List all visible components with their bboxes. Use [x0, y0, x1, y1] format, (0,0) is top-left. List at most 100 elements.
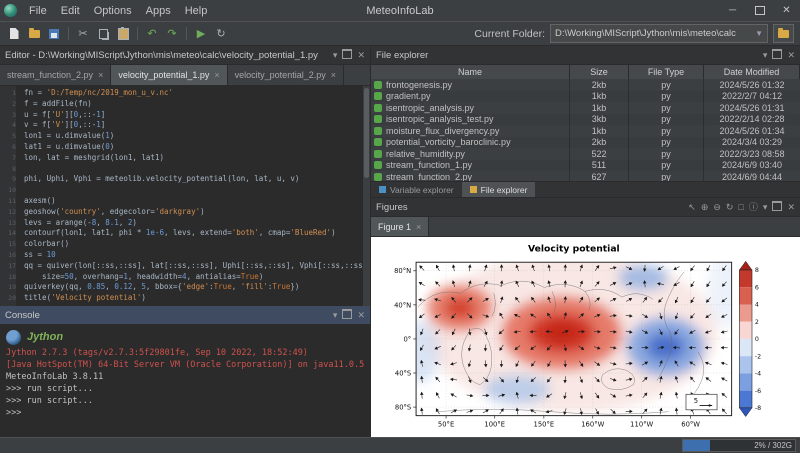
code-line: 17qq = quiver(lon[::ss,::ss], lat[::ss,:… [0, 261, 370, 272]
column-size[interactable]: Size [570, 65, 629, 79]
zoom-in-icon[interactable]: ⊕ [701, 203, 709, 212]
close-panel-icon[interactable]: ✕ [787, 203, 795, 212]
explorer-tabs: Variable explorer File explorer [371, 181, 800, 197]
py-file-icon [374, 104, 382, 112]
svg-text:-6: -6 [755, 388, 761, 395]
svg-text:2: 2 [755, 319, 759, 326]
open-folder-icon[interactable] [26, 26, 42, 42]
svg-text:-2: -2 [755, 353, 761, 360]
tab-velocity-potential-2[interactable]: velocity_potential_2.py × [228, 65, 344, 85]
table-row[interactable]: isentropic_analysis.py1kbpy2024/5/26 01:… [371, 102, 800, 114]
py-file-icon [374, 173, 382, 181]
table-row[interactable]: moisture_flux_divergency.py1kbpy2024/5/2… [371, 125, 800, 137]
table-row[interactable]: isentropic_analysis_test.py3kbpy2022/2/1… [371, 114, 800, 126]
float-panel-icon[interactable] [772, 49, 782, 61]
console-panel: Console ▾ ✕ Jython Jython 2.7.3 (tags/v2… [0, 306, 370, 437]
code-line: 14contourf(lon1, lat1, phi * 1e-6, levs,… [0, 228, 370, 239]
table-row[interactable]: stream_function_2.py627py2024/6/9 04:44 [371, 171, 800, 181]
run-script-icon[interactable]: ▶ [193, 26, 209, 42]
tab-figure-1[interactable]: Figure 1 × [371, 217, 429, 236]
column-name[interactable]: Name [371, 65, 570, 79]
float-panel-icon[interactable] [342, 309, 352, 321]
browse-folder-button[interactable] [773, 24, 794, 43]
chevron-down-icon[interactable]: ▾ [763, 203, 768, 212]
chevron-down-icon[interactable]: ▾ [763, 51, 768, 60]
editor-scrollbar[interactable] [363, 86, 370, 306]
close-panel-icon[interactable]: ✕ [787, 51, 795, 60]
table-row[interactable]: frontogenesis.py2kbpy2024/5/26 01:32 [371, 79, 800, 91]
table-row[interactable]: stream_function_1.py511py2024/6/9 03:40 [371, 160, 800, 172]
full-extent-icon[interactable]: □ [738, 203, 743, 212]
menu-file[interactable]: File [22, 3, 54, 19]
tab-file-explorer[interactable]: File explorer [462, 182, 536, 197]
cut-icon[interactable]: ✂ [75, 26, 91, 42]
py-file-icon [374, 150, 382, 158]
figures-panel: Figures ↖ ⊕ ⊖ ↻ □ ⓘ ▾ ✕ Figu [371, 198, 800, 437]
py-file-icon [374, 127, 382, 135]
table-row[interactable]: gradient.py1kbpy2022/2/7 04:12 [371, 91, 800, 103]
zoom-out-icon[interactable]: ⊖ [713, 203, 721, 212]
copy-icon[interactable] [95, 26, 111, 42]
svg-text:6: 6 [755, 284, 759, 291]
table-row[interactable]: potential_vorticity_baroclinic.py2kbpy20… [371, 137, 800, 149]
code-line: 11axesm() [0, 196, 370, 207]
tab-close-icon[interactable]: × [98, 70, 103, 80]
code-line: 4v = f['V'][0,::-1] [0, 120, 370, 131]
tab-close-icon[interactable]: × [416, 222, 421, 232]
column-date-modified[interactable]: Date Modified [704, 65, 800, 79]
chevron-down-icon[interactable]: ▾ [333, 311, 338, 320]
svg-text:4: 4 [755, 302, 759, 309]
tab-stream-function-2[interactable]: stream_function_2.py × [0, 65, 111, 85]
chevron-down-icon[interactable]: ▼ [755, 29, 763, 38]
code-line: 5lon1 = u.dimvalue(1) [0, 131, 370, 142]
refresh-icon[interactable]: ↻ [213, 26, 229, 42]
console-line: MeteoInfoLab 3.8.11 [6, 371, 364, 383]
menu-edit[interactable]: Edit [54, 3, 87, 19]
memory-progressbar: 2% / 302G [682, 439, 796, 452]
svg-text:0°: 0° [404, 335, 412, 343]
svg-text:Velocity potential: Velocity potential [528, 244, 620, 255]
menu-apps[interactable]: Apps [139, 3, 178, 19]
maximize-icon[interactable] [746, 1, 773, 21]
code-line: 18 size=50, overhang=1, headwidth=4, ant… [0, 272, 370, 283]
code-line: 6lat1 = u.dimvalue(0) [0, 142, 370, 153]
minimize-icon[interactable]: ─ [719, 1, 746, 21]
close-icon[interactable]: ✕ [773, 1, 800, 21]
chevron-down-icon[interactable]: ▾ [333, 51, 338, 60]
code-line: 15colorbar() [0, 239, 370, 250]
console-output[interactable]: Jython Jython 2.7.3 (tags/v2.7.3:5f29801… [0, 325, 370, 437]
current-folder-combobox[interactable]: D:\Working\MIScript\Jython\mis\meteo\cal… [550, 24, 768, 43]
console-line: >>> [6, 407, 364, 419]
table-row[interactable]: relative_humidity.py522py2022/3/23 08:58 [371, 148, 800, 160]
select-arrow-icon[interactable]: ↖ [688, 203, 696, 212]
close-panel-icon[interactable]: ✕ [357, 51, 365, 60]
tab-close-icon[interactable]: × [331, 70, 336, 80]
save-icon[interactable] [46, 26, 62, 42]
paste-icon[interactable] [115, 26, 131, 42]
py-file-icon [374, 92, 382, 100]
svg-text:80°S: 80°S [395, 404, 411, 412]
code-line: 16ss = 10 [0, 250, 370, 261]
float-panel-icon[interactable] [342, 49, 352, 61]
redo-icon[interactable]: ↷ [164, 26, 180, 42]
menu-options[interactable]: Options [87, 3, 139, 19]
tab-close-icon[interactable]: × [214, 70, 219, 80]
float-panel-icon[interactable] [772, 201, 782, 213]
rotate-icon[interactable]: ↻ [726, 203, 734, 212]
code-editor[interactable]: 1fn = 'D:/Temp/nc/2019_mon_u_v.nc'2f = a… [0, 86, 370, 306]
close-panel-icon[interactable]: ✕ [357, 311, 365, 320]
new-file-icon[interactable] [6, 26, 22, 42]
tab-velocity-potential-1[interactable]: velocity_potential_1.py × [111, 65, 227, 85]
menu-help[interactable]: Help [178, 3, 215, 19]
tab-variable-explorer[interactable]: Variable explorer [371, 182, 462, 197]
console-line: >>> run script... [6, 395, 364, 407]
svg-text:80°N: 80°N [394, 267, 411, 275]
identify-icon[interactable]: ⓘ [749, 203, 758, 212]
toolbar-separator [186, 27, 187, 40]
undo-icon[interactable]: ↶ [144, 26, 160, 42]
figure-canvas[interactable]: 5Velocity potential50°E100°E150°E160°W11… [371, 237, 800, 437]
file-explorer-title: File explorer [376, 50, 428, 61]
toolbar-separator [137, 27, 138, 40]
svg-text:100°E: 100°E [484, 420, 505, 428]
column-file-type[interactable]: File Type [629, 65, 704, 79]
